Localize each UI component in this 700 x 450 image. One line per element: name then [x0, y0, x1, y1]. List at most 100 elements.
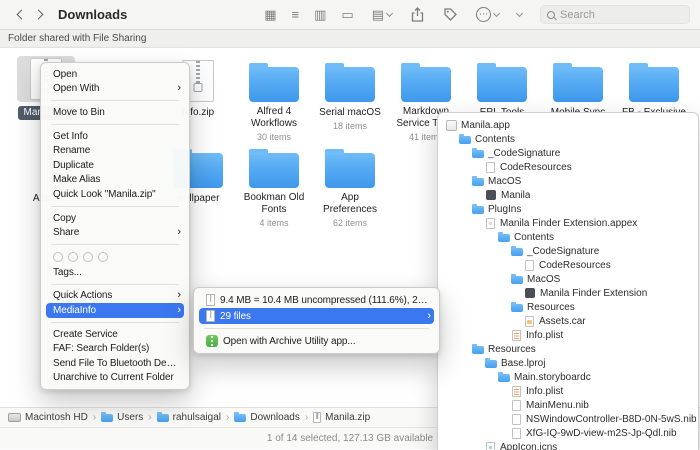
icon-view-icon[interactable]: ▦ [264, 7, 276, 23]
tree-node[interactable]: Resources [438, 342, 698, 356]
submenu-arrow-icon: › [177, 226, 181, 239]
file-item[interactable]: App Preferences 62 items [312, 142, 388, 228]
archive-utility-icon [206, 335, 218, 347]
tag-dot-icon[interactable] [98, 251, 108, 262]
menu-item[interactable]: Quick Look "Manila.zip" [41, 187, 189, 202]
tree-node[interactable]: Manila Finder Extension.appex [438, 216, 698, 230]
chevron-down-icon [385, 9, 394, 17]
tags-button[interactable] [443, 7, 458, 22]
menu-item[interactable]: 29 files › [199, 308, 434, 324]
tree-node[interactable]: XfG-IQ-9wD-view-m2S-Jp-Qdl.nib [438, 426, 698, 440]
tree-node[interactable]: AppIcon.icns [438, 440, 698, 450]
tree-node[interactable]: MacOS [438, 272, 698, 286]
menu-item-label: Unarchive to Current Folder [53, 372, 174, 384]
menu-item[interactable]: Copy [41, 211, 189, 226]
tree-node[interactable]: Contents [438, 132, 698, 146]
tree-node[interactable]: Manila.app [438, 118, 698, 132]
file-item[interactable]: Bookman Old Fonts 4 items [236, 142, 312, 228]
tree-node[interactable]: Contents [438, 230, 698, 244]
tree-node-label: _CodeSignature [527, 245, 600, 257]
menu-separator [51, 321, 179, 323]
menu-item[interactable]: Open with Archive Utility app... [194, 333, 439, 349]
menu-item-label: Make Alias [53, 174, 101, 186]
tree-node[interactable]: Assets.car [438, 314, 698, 328]
folder-icon [325, 63, 375, 102]
file-item[interactable]: Alfred 4 Workflows 30 items [236, 56, 312, 142]
path-segment-label: Users [117, 412, 144, 423]
more-actions-button[interactable]: ⋯ [476, 7, 501, 22]
tree-node[interactable]: MacOS [438, 174, 698, 188]
path-segment[interactable]: Downloads [234, 412, 300, 423]
search-input[interactable]: Search [540, 5, 690, 24]
menu-item-label: Quick Actions [53, 290, 113, 302]
menu-item[interactable]: Open [41, 67, 189, 82]
path-segment[interactable]: Users [101, 412, 143, 423]
path-segment[interactable]: rahulsaigal [156, 412, 221, 423]
drive-icon [8, 413, 21, 422]
tree-node-label: MacOS [527, 273, 561, 285]
tree-node[interactable]: Manila [438, 188, 698, 202]
menu-item[interactable]: Share › [41, 225, 189, 240]
folder-icon [249, 63, 299, 102]
menu-item[interactable]: Get Info [41, 129, 189, 144]
menu-item[interactable]: Tags... [41, 265, 189, 280]
menu-item[interactable]: Create Service [41, 327, 189, 342]
tree-node[interactable]: _CodeSignature [438, 244, 698, 258]
tree-node[interactable]: PlugIns [438, 202, 698, 216]
tree-node[interactable]: Info.plist [438, 328, 698, 342]
menu-item[interactable]: FAF: Search Folder(s) [41, 341, 189, 356]
path-segment[interactable]: Manila.zip [313, 412, 370, 423]
tree-node-label: PlugIns [488, 203, 522, 215]
toolbar-overflow-button[interactable] [515, 9, 524, 17]
menu-item[interactable]: Unarchive to Current Folder [41, 371, 189, 386]
menu-item[interactable]: Open With › [41, 82, 189, 97]
folder-icon [325, 149, 375, 188]
back-button[interactable] [10, 5, 30, 25]
menu-item[interactable]: Make Alias [41, 173, 189, 188]
gallery-view-icon[interactable]: ▭ [341, 7, 353, 23]
menu-item[interactable]: Duplicate [41, 158, 189, 173]
tree-node[interactable]: Main.storyboardc [438, 370, 698, 384]
menu-item[interactable]: Quick Actions › [41, 289, 189, 304]
menu-item-label: MediaInfo [53, 304, 97, 316]
menu-separator [51, 205, 179, 207]
tag-dot-icon[interactable] [68, 251, 78, 262]
menu-item[interactable]: 9.4 MB = 10.4 MB uncompressed (111.6%), … [194, 292, 439, 308]
icns-icon [486, 441, 495, 450]
tree-node[interactable]: Resources [438, 300, 698, 314]
file-grid-area: Manila.zipInfo.zipAlfred 4 Workflows30 i… [0, 48, 700, 450]
tree-node[interactable]: NSWindowController-B8D-0N-5wS.nib [438, 412, 698, 426]
tree-node[interactable]: Manila Finder Extension [438, 286, 698, 300]
tree-node-label: AppIcon.icns [500, 441, 558, 450]
group-by-button[interactable]: ▤ [372, 8, 394, 21]
menu-item[interactable]: Move to Bin [41, 105, 189, 120]
file-icon [512, 427, 521, 439]
menu-item-label: Quick Look "Manila.zip" [53, 188, 156, 200]
folder-icon [511, 302, 523, 312]
tree-node[interactable]: Base.lproj [438, 356, 698, 370]
folder-icon [156, 412, 169, 422]
tree-node-label: Manila Finder Extension.appex [500, 217, 638, 229]
tree-node-label: Resources [527, 301, 575, 313]
path-segment[interactable]: Macintosh HD [8, 412, 88, 423]
menu-separator [51, 123, 179, 125]
menu-item-label: Duplicate [53, 159, 94, 171]
menu-item[interactable]: Rename [41, 143, 189, 158]
list-view-icon[interactable]: ≡ [292, 7, 300, 23]
file-item[interactable]: Serial macOS 18 items [312, 56, 388, 142]
appex-icon [486, 217, 495, 229]
share-button[interactable] [410, 6, 425, 23]
menu-item[interactable]: MediaInfo › [46, 303, 184, 318]
tree-node[interactable]: CodeResources [438, 160, 698, 174]
tree-node[interactable]: MainMenu.nib [438, 398, 698, 412]
tree-node[interactable]: _CodeSignature [438, 146, 698, 160]
tree-node[interactable]: CodeResources [438, 258, 698, 272]
tag-dot-icon[interactable] [83, 251, 93, 262]
menu-item[interactable]: Send File To Bluetooth Device [41, 356, 189, 371]
column-view-icon[interactable]: ▥ [314, 7, 326, 23]
view-switcher: ▦ ≡ ▥ ▭ [264, 7, 353, 23]
tree-node[interactable]: Info.plist [438, 384, 698, 398]
tag-dot-icon[interactable] [53, 251, 63, 262]
file-icon-box [540, 56, 616, 102]
forward-button[interactable] [30, 5, 50, 25]
